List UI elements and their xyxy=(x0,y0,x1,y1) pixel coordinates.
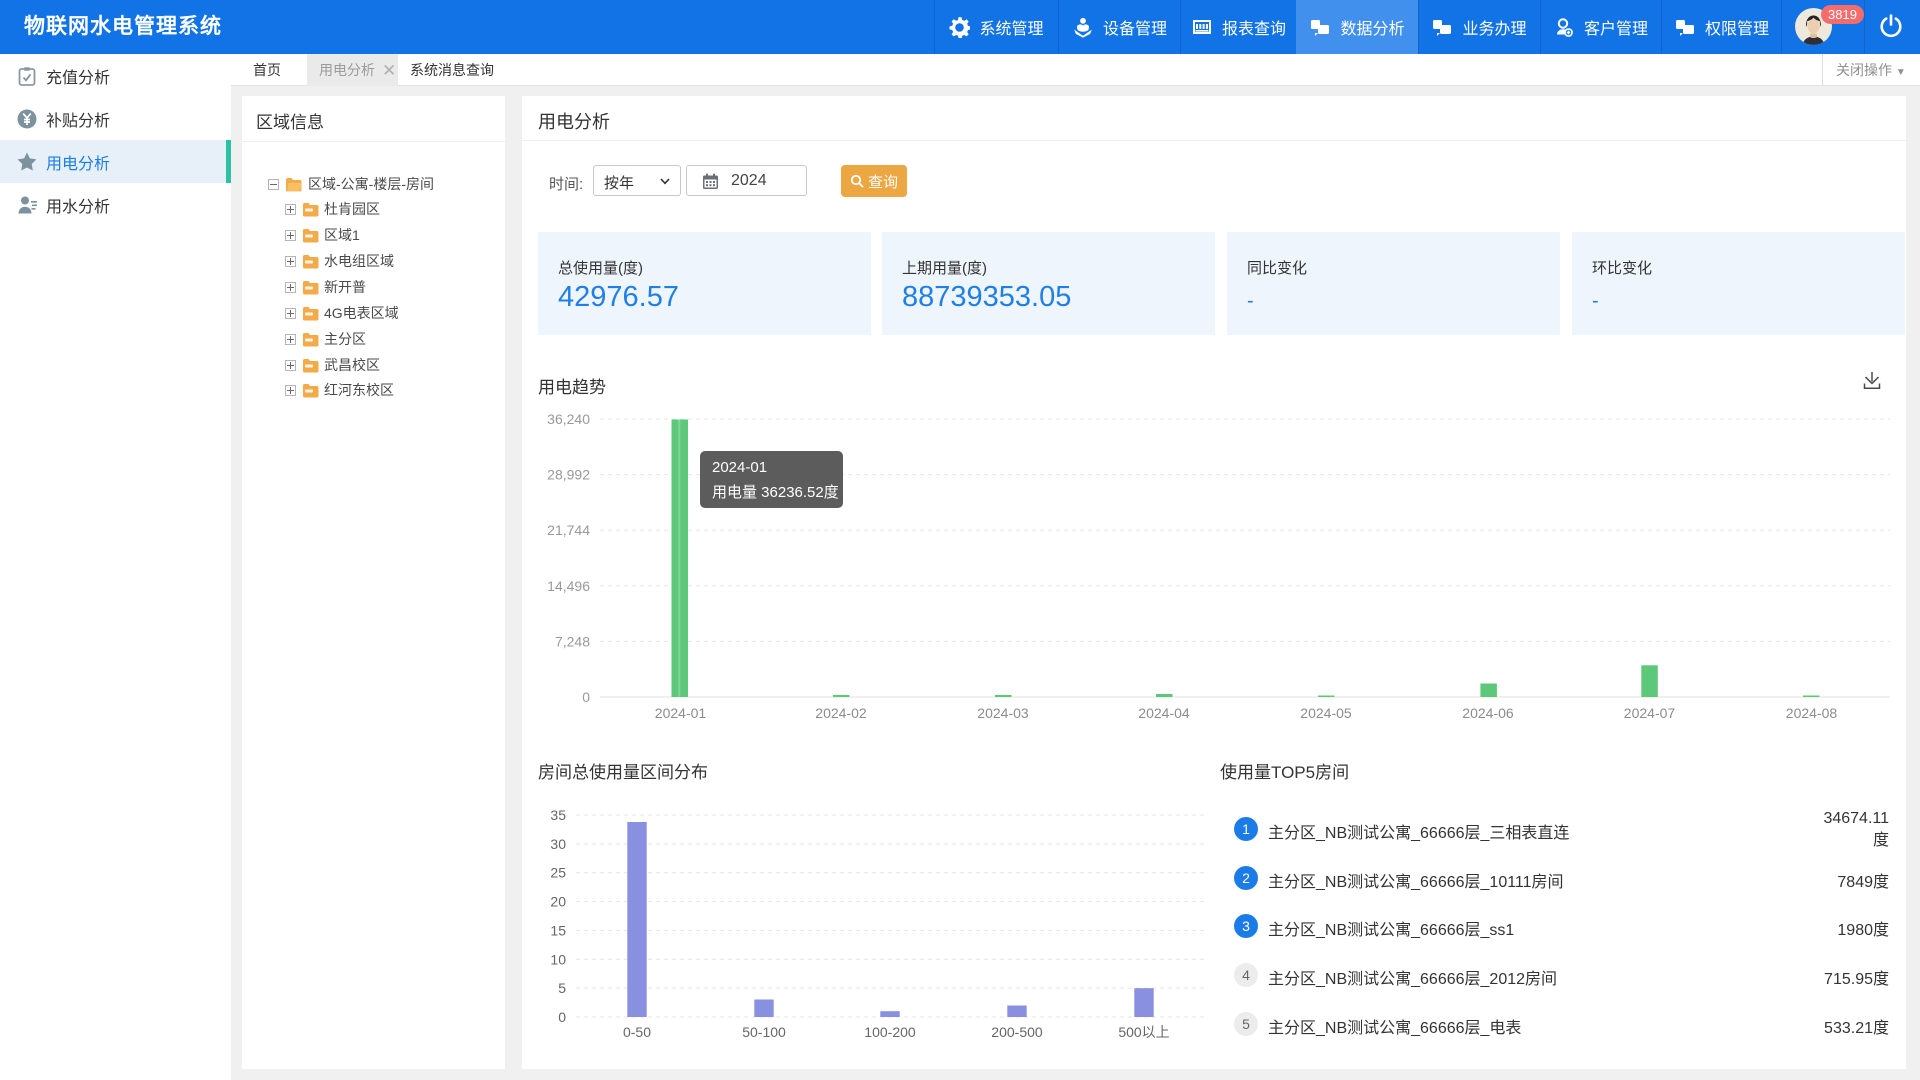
svg-text:2024-01: 2024-01 xyxy=(655,705,707,721)
svg-text:0: 0 xyxy=(558,1009,566,1025)
svg-text:2024-03: 2024-03 xyxy=(977,705,1029,721)
svg-text:5: 5 xyxy=(558,980,566,996)
svg-text:10: 10 xyxy=(550,951,566,967)
svg-text:0-50: 0-50 xyxy=(623,1024,651,1040)
svg-text:25: 25 xyxy=(550,865,566,881)
svg-text:7,248: 7,248 xyxy=(555,633,590,649)
svg-text:2024-02: 2024-02 xyxy=(815,705,867,721)
svg-text:0: 0 xyxy=(582,689,590,705)
svg-text:14,496: 14,496 xyxy=(547,578,590,594)
svg-text:500以上: 500以上 xyxy=(1118,1024,1169,1040)
svg-text:2024-06: 2024-06 xyxy=(1462,705,1514,721)
svg-text:2024-04: 2024-04 xyxy=(1138,705,1190,721)
svg-text:50-100: 50-100 xyxy=(742,1024,786,1040)
svg-text:36,240: 36,240 xyxy=(547,411,590,427)
svg-text:100-200: 100-200 xyxy=(864,1024,916,1040)
svg-text:30: 30 xyxy=(550,836,566,852)
svg-text:21,744: 21,744 xyxy=(547,522,590,538)
svg-text:20: 20 xyxy=(550,894,566,910)
svg-text:200-500: 200-500 xyxy=(991,1024,1043,1040)
svg-text:2024-08: 2024-08 xyxy=(1786,705,1838,721)
svg-text:28,992: 28,992 xyxy=(547,467,590,483)
svg-text:2024-07: 2024-07 xyxy=(1624,705,1676,721)
svg-text:2024-05: 2024-05 xyxy=(1300,705,1352,721)
svg-text:35: 35 xyxy=(550,807,566,823)
svg-text:15: 15 xyxy=(550,922,566,938)
